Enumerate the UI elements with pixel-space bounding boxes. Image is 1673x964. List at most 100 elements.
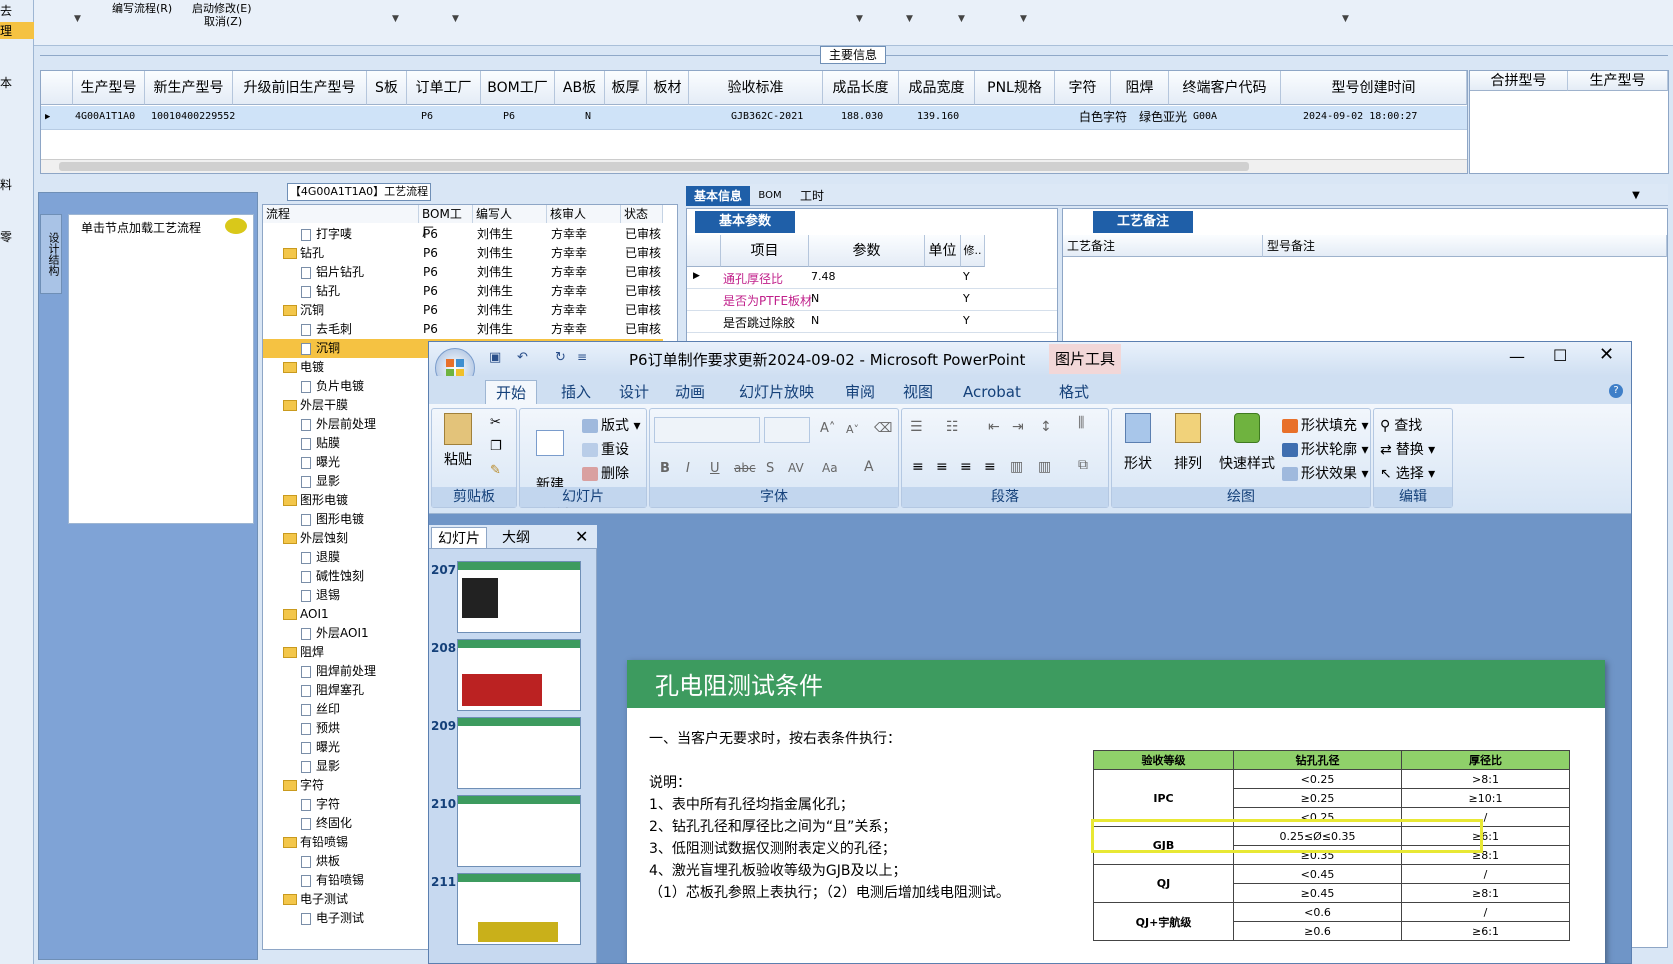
- column-header[interactable]: 验收标准: [689, 71, 823, 105]
- columns-icon[interactable]: ▥: [1038, 459, 1051, 475]
- column-header[interactable]: 型号备注: [1263, 235, 1667, 257]
- cell-model[interactable]: 4G00A1T1A0: [75, 106, 135, 128]
- slide-text-line[interactable]: 一、当客户无要求时，按右表条件执行：: [649, 728, 901, 748]
- change-case-icon[interactable]: Aa: [822, 461, 838, 475]
- font-family-select[interactable]: [654, 417, 760, 443]
- column-header[interactable]: 订单工厂: [407, 71, 481, 105]
- sidebar-clip-item[interactable]: 本: [0, 74, 12, 91]
- tab-animation[interactable]: 动画: [665, 380, 715, 404]
- justify-icon[interactable]: ≡: [984, 459, 996, 475]
- slide-text-line[interactable]: （1）芯板孔参照上表执行；（2）电测后增加线电阻测试。: [649, 882, 1010, 902]
- column-header[interactable]: 合拼型号: [1470, 71, 1568, 91]
- slide-title[interactable]: 孔电阻测试条件: [627, 660, 1605, 708]
- column-header[interactable]: BOM工厂: [481, 71, 555, 105]
- sidebar-clip-item[interactable]: 去: [0, 2, 12, 19]
- customize-toolbar-icon[interactable]: ≡: [577, 350, 587, 364]
- tree-row[interactable]: 去毛刺 P6 刘伟生 方幸幸 已审核: [263, 320, 663, 339]
- cell-bom-factory[interactable]: P6: [503, 106, 515, 128]
- cell-new-model[interactable]: 10010400229552: [151, 106, 235, 128]
- column-header[interactable]: BOM工厂: [419, 205, 473, 239]
- shrink-font-icon[interactable]: A˅: [846, 423, 859, 436]
- sidebar-clip-item[interactable]: 零: [0, 228, 12, 245]
- column-header[interactable]: 编写人: [473, 205, 547, 223]
- slide-thumbnail[interactable]: [457, 873, 581, 945]
- clear-format-icon[interactable]: ⌫: [874, 421, 892, 436]
- tree-row[interactable]: 沉铜 P6 刘伟生 方幸幸 已审核: [263, 301, 663, 320]
- table-row[interactable]: ▶ 通孔厚径比 7.48 Y: [687, 267, 1057, 289]
- shape-outline-button[interactable]: 形状轮廓 ▾: [1282, 439, 1368, 459]
- align-right-icon[interactable]: ≡: [960, 459, 972, 475]
- slide-thumbnail[interactable]: [457, 795, 581, 867]
- tree-row[interactable]: 钻孔 P6 刘伟生 方幸幸 已审核: [263, 244, 663, 263]
- column-header[interactable]: 工艺备注: [1063, 235, 1263, 257]
- cell-char[interactable]: 白色字符: [1079, 106, 1127, 128]
- column-header[interactable]: S板: [367, 71, 407, 105]
- column-header[interactable]: 新生产型号: [145, 71, 233, 105]
- cell-width[interactable]: 139.160: [917, 106, 959, 128]
- reset-button[interactable]: 重设: [582, 439, 629, 459]
- decrease-indent-icon[interactable]: ⇤: [988, 419, 1000, 435]
- tab-format[interactable]: 格式: [1049, 380, 1099, 404]
- chevron-down-icon[interactable]: ▼: [1342, 14, 1349, 24]
- column-header[interactable]: 成品宽度: [899, 71, 975, 105]
- char-spacing-icon[interactable]: AV: [788, 461, 804, 475]
- column-header[interactable]: 核审人: [547, 205, 621, 223]
- cell-standard[interactable]: GJB362C-2021: [731, 106, 803, 128]
- column-header[interactable]: 型号创建时间: [1281, 71, 1467, 105]
- strikethrough-icon[interactable]: abc: [734, 461, 756, 475]
- tab-hours[interactable]: 工时: [792, 186, 832, 206]
- undo-icon[interactable]: ↶: [517, 350, 528, 365]
- column-header[interactable]: 修..: [961, 235, 985, 267]
- minimize-icon[interactable]: —: [1509, 347, 1525, 366]
- param-value[interactable]: 7.48: [811, 270, 836, 283]
- font-color-icon[interactable]: A: [864, 459, 874, 475]
- slide-text-line[interactable]: 1、表中所有孔径均指金属化孔；: [649, 794, 854, 814]
- table-row[interactable]: ▶ 4G00A1T1A0 10010400229552 P6 P6 N GJB3…: [41, 106, 1467, 130]
- tab-basic-info[interactable]: 基本信息: [686, 186, 750, 206]
- distributed-icon[interactable]: ▥: [1010, 459, 1023, 475]
- maximize-icon[interactable]: ☐: [1553, 346, 1567, 365]
- bold-icon[interactable]: B: [660, 461, 670, 476]
- param-value[interactable]: N: [811, 314, 819, 327]
- find-button[interactable]: ⚲ 查找: [1380, 415, 1422, 435]
- slide-canvas[interactable]: 孔电阻测试条件 一、当客户无要求时，按右表条件执行： 说明： 1、表中所有孔径均…: [627, 660, 1605, 963]
- sidebar-clip-item[interactable]: 理: [0, 22, 34, 39]
- column-header[interactable]: 终端客户代码: [1169, 71, 1281, 105]
- replace-button[interactable]: ⇄ 替换 ▾: [1380, 439, 1435, 459]
- close-icon[interactable]: ✕: [1599, 344, 1614, 365]
- line-spacing-icon[interactable]: ↕: [1040, 419, 1052, 435]
- quick-styles-button[interactable]: 快速样式: [1214, 413, 1280, 473]
- slide-thumbnail[interactable]: [457, 717, 581, 789]
- column-header[interactable]: 板厚: [605, 71, 647, 105]
- sidebar-clip-item[interactable]: 料: [0, 176, 12, 193]
- tab-insert[interactable]: 插入: [551, 380, 601, 404]
- tab-acrobat[interactable]: Acrobat: [953, 380, 1031, 404]
- table-row[interactable]: 是否跳过除胶 N Y: [687, 311, 1057, 333]
- column-header[interactable]: 成品长度: [823, 71, 899, 105]
- column-header[interactable]: 流程: [263, 205, 419, 223]
- process-hint-text[interactable]: 单击节点加载工艺流程: [81, 219, 201, 236]
- column-header[interactable]: 生产型号: [1568, 71, 1668, 91]
- chevron-down-icon[interactable]: ▼: [958, 14, 965, 24]
- column-header[interactable]: 参数: [809, 235, 925, 267]
- cell-customer[interactable]: G00A: [1193, 106, 1217, 128]
- cell-order-factory[interactable]: P6: [421, 106, 433, 128]
- slide-thumbnail[interactable]: [457, 561, 581, 633]
- slide-text-line[interactable]: 2、钻孔孔径和厚径比之间为“且”关系；: [649, 816, 896, 836]
- font-size-select[interactable]: [764, 417, 810, 443]
- bullets-icon[interactable]: ☰: [910, 419, 923, 435]
- tab-design[interactable]: 设计: [609, 380, 659, 404]
- select-button[interactable]: ↖ 选择 ▾: [1380, 463, 1435, 483]
- column-header[interactable]: 字符: [1055, 71, 1111, 105]
- layout-button[interactable]: 版式 ▾: [582, 415, 640, 435]
- menu-edit-flow[interactable]: 编写流程(R): [112, 0, 172, 16]
- redo-icon[interactable]: ↻: [555, 350, 566, 365]
- italic-icon[interactable]: I: [686, 461, 690, 476]
- slide-text-line[interactable]: 3、低阻测试数据仅测附表定义的孔径；: [649, 838, 896, 858]
- horizontal-scrollbar[interactable]: [41, 159, 1467, 173]
- shapes-button[interactable]: 形状: [1116, 413, 1160, 473]
- tree-row[interactable]: 铝片钻孔 P6 刘伟生 方幸幸 已审核: [263, 263, 663, 282]
- chevron-down-icon[interactable]: ▼: [74, 14, 81, 24]
- slide-text-line[interactable]: 4、激光盲埋孔板验收等级为GJB及以上；: [649, 860, 907, 880]
- numbering-icon[interactable]: ☷: [946, 419, 959, 435]
